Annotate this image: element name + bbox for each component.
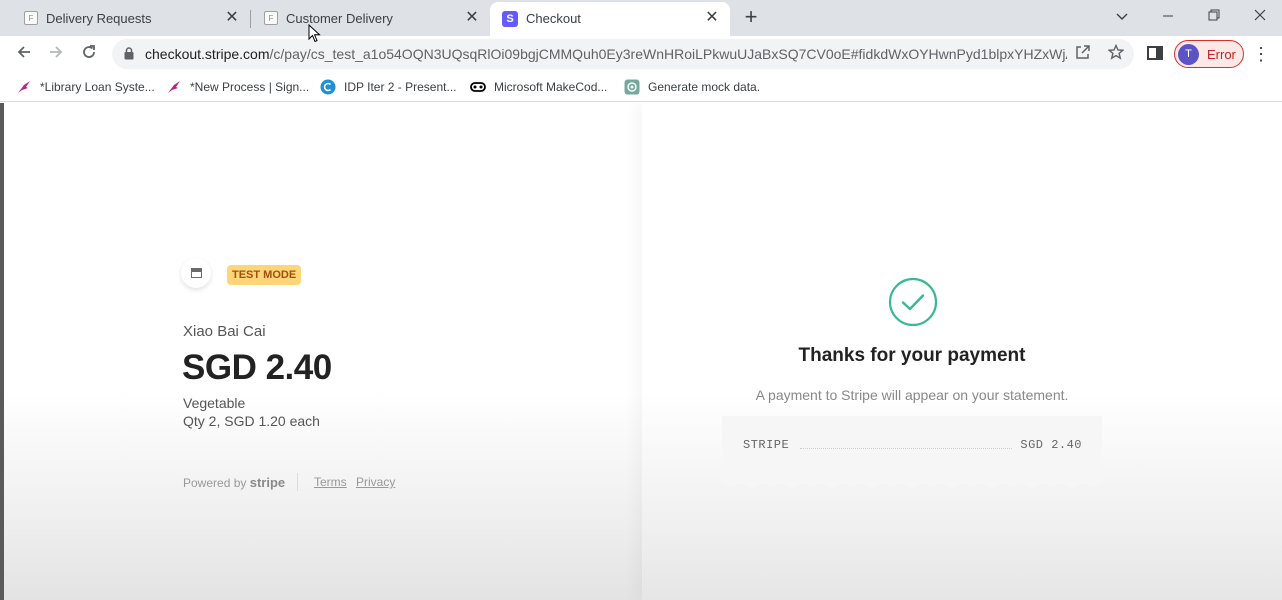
lock-icon[interactable] (124, 47, 134, 65)
close-icon[interactable]: ✕ (224, 10, 240, 26)
tab-strip: F Delivery Requests ✕ F Customer Deliver… (0, 0, 1282, 36)
product-name: Xiao Bai Cai (183, 323, 266, 340)
form-icon: F (24, 11, 38, 25)
bookmark-makecode[interactable]: Microsoft MakeCod... (470, 78, 607, 96)
forward-button[interactable] (44, 42, 68, 66)
tab-customer-delivery[interactable]: F Customer Delivery ✕ (250, 2, 490, 36)
mouse-cursor-icon (308, 24, 321, 43)
browser-toolbar: checkout.stripe.com/c/pay/cs_test_a1o54O… (0, 36, 1282, 72)
address-bar[interactable]: checkout.stripe.com/c/pay/cs_test_a1o54O… (112, 39, 1134, 69)
receipt: STRIPE SGD 2.40 (722, 416, 1102, 488)
avatar: T (1178, 44, 1199, 65)
checkout-page: TEST MODE Xiao Bai Cai SGD 2.40 Vegetabl… (0, 103, 1282, 600)
bookmark-star-icon[interactable] (1106, 43, 1126, 64)
product-description: Vegetable (183, 395, 246, 411)
tab-checkout[interactable]: S Checkout ✕ (490, 2, 730, 36)
success-check-icon (888, 277, 938, 327)
bookmarks-bar: *Library Loan Syste... *New Process | Si… (0, 72, 1282, 102)
openai-icon (624, 79, 640, 95)
product-quantity: Qty 2, SGD 1.20 each (183, 413, 320, 429)
power-apps-icon (166, 79, 182, 95)
footer-divider (297, 473, 298, 491)
bookmark-new-process[interactable]: *New Process | Sign... (166, 78, 309, 96)
statement-note: A payment to Stripe will appear on your … (755, 387, 1069, 403)
makecode-icon (470, 79, 486, 95)
stripe-icon: S (502, 11, 518, 27)
bookmark-mock-data[interactable]: Generate mock data. (624, 78, 760, 96)
reload-button[interactable] (77, 42, 101, 66)
tab-delivery-requests[interactable]: F Delivery Requests ✕ (0, 2, 250, 36)
power-apps-icon (16, 79, 32, 95)
receipt-merchant: STRIPE (743, 438, 790, 452)
store-icon[interactable] (181, 258, 211, 288)
minimize-button[interactable] (1154, 4, 1182, 28)
canva-icon (320, 79, 336, 95)
bookmark-idp-iter[interactable]: IDP Iter 2 - Present... (320, 78, 457, 96)
powered-by-stripe[interactable]: Powered by stripe (183, 475, 285, 490)
tab-search-icon[interactable] (1108, 4, 1136, 28)
restore-button[interactable] (1200, 4, 1228, 28)
side-panel-icon[interactable] (1147, 46, 1163, 60)
share-icon[interactable] (1073, 44, 1093, 64)
order-summary-pane: TEST MODE Xiao Bai Cai SGD 2.40 Vegetabl… (4, 103, 642, 600)
receipt-leader (800, 448, 1012, 449)
form-icon: F (264, 11, 278, 25)
back-button[interactable] (12, 42, 36, 66)
privacy-link[interactable]: Privacy (356, 475, 395, 489)
profile-button[interactable]: T Error (1174, 40, 1244, 68)
terms-link[interactable]: Terms (314, 475, 347, 489)
tab-title: Customer Delivery (286, 11, 393, 26)
tab-title: Checkout (526, 11, 581, 26)
tab-title: Delivery Requests (46, 11, 152, 26)
new-tab-button[interactable]: + (740, 6, 762, 28)
close-icon[interactable]: ✕ (704, 10, 720, 26)
url-text: checkout.stripe.com/c/pay/cs_test_a1o54O… (145, 46, 1067, 62)
receipt-amount: SGD 2.40 (1020, 438, 1082, 452)
total-price: SGD 2.40 (182, 348, 332, 387)
close-icon[interactable]: ✕ (464, 10, 480, 26)
confirmation-pane: Thanks for your payment A payment to Str… (642, 103, 1282, 600)
test-mode-badge: TEST MODE (227, 265, 302, 285)
more-menu-icon[interactable]: ⋮ (1252, 44, 1270, 64)
bookmark-library-loan[interactable]: *Library Loan Syste... (16, 78, 155, 96)
profile-status: Error (1207, 47, 1236, 62)
close-window-button[interactable] (1246, 4, 1274, 28)
confirmation-title: Thanks for your payment (798, 345, 1026, 366)
receipt-tear-edge (722, 482, 1102, 488)
